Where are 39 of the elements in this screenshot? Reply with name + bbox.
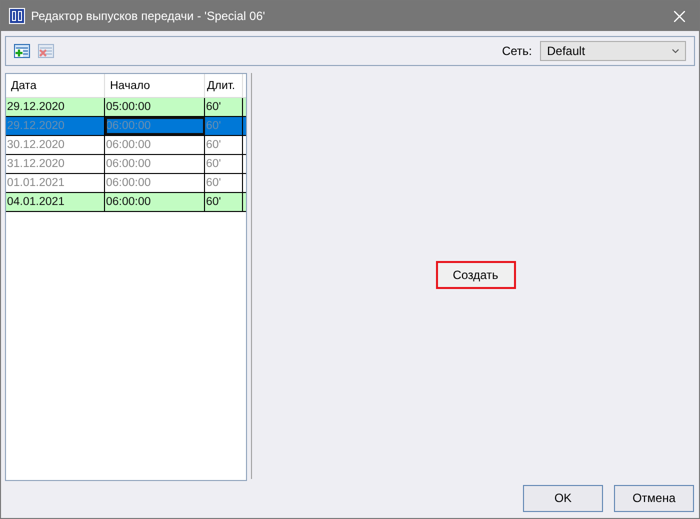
table-row[interactable]: 04.01.2021 06:00:00 60' [6, 193, 246, 212]
table-cell: 60' [205, 155, 243, 173]
table-cell: 60' [205, 193, 243, 211]
create-button[interactable]: Создать [436, 261, 516, 289]
window-title: Редактор выпусков передачи - 'Special 06' [31, 9, 266, 23]
column-header[interactable]: Дата [6, 74, 105, 97]
table-cell: 60' [205, 136, 243, 154]
delete-row-button[interactable] [38, 43, 54, 59]
table-row[interactable]: 01.01.2021 06:00:00 60' [6, 174, 246, 193]
dialog-button[interactable]: Отмена [614, 484, 694, 512]
table-cell: 06:00:00 [105, 193, 205, 211]
table-cell: 60' [205, 174, 243, 192]
table-cell: 60' [205, 98, 243, 116]
table-cell: 30.12.2020 [6, 136, 105, 154]
table-row[interactable]: 31.12.2020 06:00:00 60' [6, 155, 246, 174]
column-header[interactable]: Длит. [205, 74, 243, 97]
close-icon [674, 10, 684, 22]
table-row[interactable]: 30.12.2020 06:00:00 60' [6, 136, 246, 155]
table-cell: 06:00:00 [105, 136, 205, 154]
add-row-icon [14, 43, 30, 59]
chevron-down-icon [672, 49, 679, 53]
table-cell: 31.12.2020 [6, 155, 105, 173]
table-cell: 05:00:00 [105, 98, 205, 116]
app-logo-icon [9, 8, 25, 24]
column-header[interactable]: Начало [105, 74, 205, 97]
add-row-button[interactable] [14, 43, 30, 59]
table-cell: 60' [205, 117, 243, 135]
table-cell: 01.01.2021 [6, 174, 105, 192]
dialog-button[interactable]: OK [523, 484, 603, 512]
network-label: Сеть: [502, 44, 532, 58]
table-cell: 04.01.2021 [6, 193, 105, 211]
table-cell: 29.12.2020 [6, 117, 105, 135]
table-cell: 06:00:00 [105, 174, 205, 192]
table-cell: 29.12.2020 [6, 98, 105, 116]
delete-row-icon [38, 43, 54, 59]
table-cell: 06:00:00 [105, 117, 205, 135]
network-dropdown[interactable]: Default [540, 41, 686, 61]
table-row[interactable]: 29.12.2020 05:00:00 60' [6, 98, 246, 117]
table-cell: 06:00:00 [105, 155, 205, 173]
